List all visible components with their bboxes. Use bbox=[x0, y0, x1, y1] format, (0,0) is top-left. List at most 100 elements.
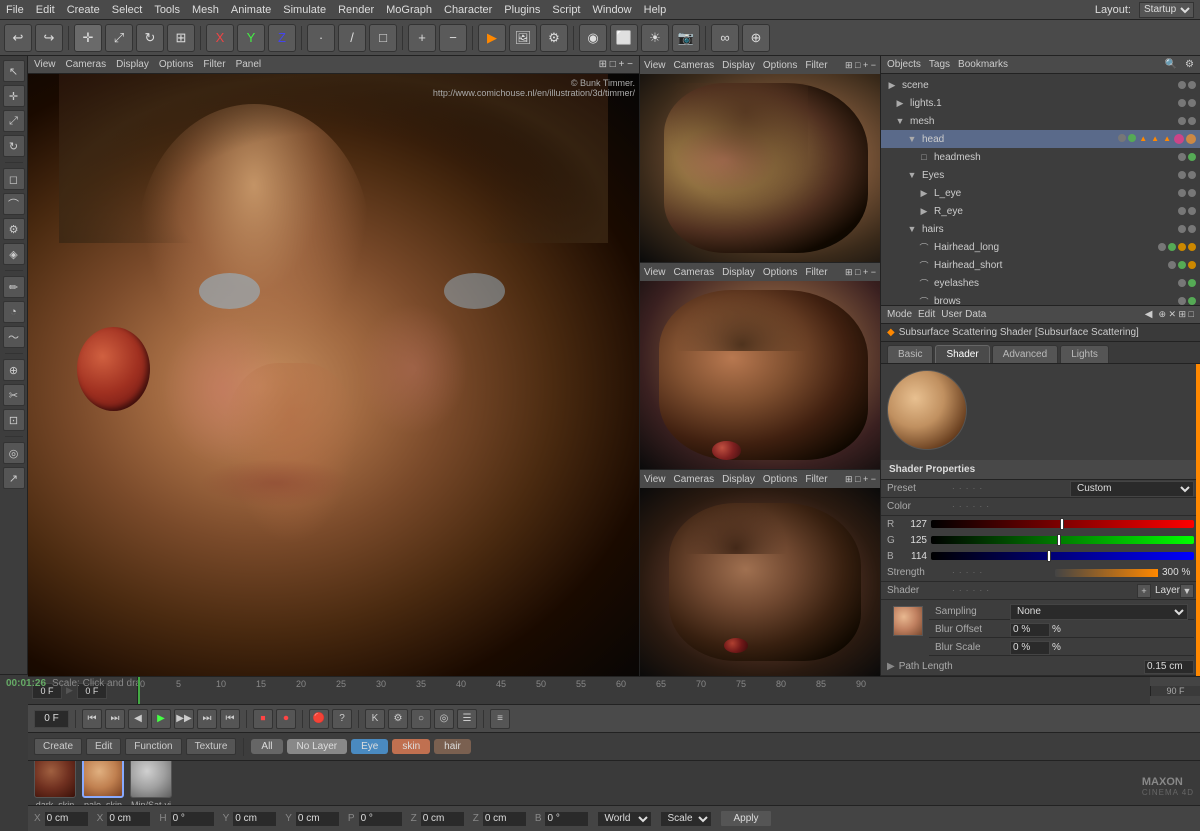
obj-mesh[interactable]: ▼ mesh bbox=[881, 112, 1200, 130]
menu-help[interactable]: Help bbox=[644, 4, 667, 16]
spline-button[interactable]: ⌒ bbox=[3, 193, 25, 215]
mv-filter[interactable]: Filter bbox=[203, 59, 225, 70]
obj-eyes[interactable]: ▼ Eyes bbox=[881, 166, 1200, 184]
point-mode-button[interactable]: · bbox=[307, 24, 335, 52]
z-input[interactable] bbox=[420, 811, 465, 827]
obj-head[interactable]: ▼ head ▲ ▲ ▲ bbox=[881, 130, 1200, 148]
tab-lights[interactable]: Lights bbox=[1060, 345, 1109, 363]
obj-leye[interactable]: ▶ L_eye bbox=[881, 184, 1200, 202]
timeline[interactable]: 0 F ▶ 0 F 0 5 10 15 20 25 30 35 40 45 50 bbox=[28, 677, 1200, 705]
texture-button-lc[interactable]: Texture bbox=[186, 738, 237, 755]
blur-offset-input[interactable] bbox=[1010, 623, 1050, 637]
transform-button[interactable]: ⊞ bbox=[167, 24, 195, 52]
shader-more-btn[interactable]: ▼ bbox=[1180, 584, 1194, 598]
layer-tab-all[interactable]: All bbox=[251, 739, 282, 754]
menu-mesh[interactable]: Mesh bbox=[192, 4, 219, 16]
prop-mode-tab[interactable]: Mode bbox=[887, 309, 912, 320]
pb-next-key-btn[interactable]: ⏭ bbox=[197, 709, 217, 729]
apply-button[interactable]: Apply bbox=[720, 810, 771, 827]
scale-tool-button[interactable]: ⤢ bbox=[3, 110, 25, 132]
sv2-filter[interactable]: Filter bbox=[805, 267, 827, 278]
mv-display[interactable]: Display bbox=[116, 59, 149, 70]
scale-button[interactable]: ⤢ bbox=[105, 24, 133, 52]
obj-tags-tab[interactable]: Tags bbox=[929, 59, 950, 70]
mv-cameras[interactable]: Cameras bbox=[66, 59, 107, 70]
sv2-options[interactable]: Options bbox=[763, 267, 797, 278]
x2-input[interactable] bbox=[106, 811, 151, 827]
pb-record-btn[interactable]: ⏮ bbox=[82, 709, 102, 729]
tab-shader[interactable]: Shader bbox=[935, 345, 989, 363]
blur-scale-input[interactable] bbox=[1010, 641, 1050, 655]
sv1-view[interactable]: View bbox=[644, 60, 666, 71]
menu-plugins[interactable]: Plugins bbox=[504, 4, 540, 16]
world-select[interactable]: World Object bbox=[597, 811, 652, 827]
b-slider[interactable] bbox=[931, 552, 1194, 560]
playback-frame-input[interactable] bbox=[34, 710, 69, 728]
prop-userdata-tab[interactable]: User Data bbox=[941, 309, 986, 320]
tab-advanced[interactable]: Advanced bbox=[992, 345, 1058, 363]
snap-button[interactable]: ⊕ bbox=[742, 24, 770, 52]
hair-button[interactable]: 〜 bbox=[3, 326, 25, 348]
obj-hairshort[interactable]: ⌒ Hairhead_short bbox=[881, 256, 1200, 274]
shader-add-btn[interactable]: + bbox=[1137, 584, 1151, 598]
pb-prev-key-btn[interactable]: ⏭ bbox=[105, 709, 125, 729]
layer-tab-nolayer[interactable]: No Layer bbox=[287, 739, 348, 754]
render-settings-button[interactable]: ⚙ bbox=[540, 24, 568, 52]
sv3-canvas[interactable] bbox=[640, 488, 880, 676]
b-input[interactable] bbox=[544, 811, 589, 827]
texture-button[interactable]: ⬜ bbox=[610, 24, 638, 52]
deformer-button[interactable]: ◈ bbox=[3, 243, 25, 265]
move-tool-button[interactable]: ✛ bbox=[3, 85, 25, 107]
layout-select[interactable]: Startup bbox=[1139, 2, 1194, 18]
g-slider[interactable] bbox=[931, 536, 1194, 544]
x-input[interactable] bbox=[44, 811, 89, 827]
obj-brows[interactable]: ⌒ brows bbox=[881, 292, 1200, 305]
scale-select[interactable]: Scale bbox=[660, 811, 712, 827]
menu-select[interactable]: Select bbox=[112, 4, 143, 16]
layer-tab-eye[interactable]: Eye bbox=[351, 739, 388, 754]
sv1-display[interactable]: Display bbox=[722, 60, 755, 71]
menu-character[interactable]: Character bbox=[444, 4, 492, 16]
pb-key3[interactable]: ○ bbox=[411, 709, 431, 729]
undo-button[interactable]: ↩ bbox=[4, 24, 32, 52]
function-button[interactable]: Function bbox=[125, 738, 181, 755]
mv-options[interactable]: Options bbox=[159, 59, 193, 70]
knife-button[interactable]: ✂ bbox=[3, 384, 25, 406]
sampling-select[interactable]: None bbox=[1010, 604, 1188, 620]
obj-settings-icon[interactable]: ⚙ bbox=[1185, 59, 1194, 70]
move-button[interactable]: ✛ bbox=[74, 24, 102, 52]
path-length-expand[interactable]: ▶ bbox=[887, 661, 895, 672]
strength-slider[interactable] bbox=[1055, 569, 1158, 577]
obj-eyelashes[interactable]: ⌒ eyelashes bbox=[881, 274, 1200, 292]
add-object-button[interactable]: + bbox=[408, 24, 436, 52]
pb-step-fwd-btn[interactable]: ▶▶ bbox=[174, 709, 194, 729]
sv2-canvas[interactable] bbox=[640, 281, 880, 469]
menu-mograph[interactable]: MoGraph bbox=[386, 4, 432, 16]
r-slider[interactable] bbox=[931, 520, 1194, 528]
menu-file[interactable]: File bbox=[6, 4, 24, 16]
path-length-input[interactable] bbox=[1144, 660, 1194, 674]
prop-edit-tab[interactable]: Edit bbox=[918, 309, 935, 320]
prop-back-icon[interactable]: ◀ bbox=[1145, 309, 1153, 320]
menu-tools[interactable]: Tools bbox=[154, 4, 180, 16]
sv2-display[interactable]: Display bbox=[722, 267, 755, 278]
obj-reye[interactable]: ▶ R_eye bbox=[881, 202, 1200, 220]
y-input[interactable] bbox=[232, 811, 277, 827]
tab-basic[interactable]: Basic bbox=[887, 345, 933, 363]
pb-question-btn[interactable]: ? bbox=[332, 709, 352, 729]
sv1-filter[interactable]: Filter bbox=[805, 60, 827, 71]
menu-simulate[interactable]: Simulate bbox=[283, 4, 326, 16]
sv1-cameras[interactable]: Cameras bbox=[674, 60, 715, 71]
mv-view[interactable]: View bbox=[34, 59, 56, 70]
menu-window[interactable]: Window bbox=[593, 4, 632, 16]
h-input[interactable] bbox=[170, 811, 215, 827]
render-button[interactable]: ▶ bbox=[478, 24, 506, 52]
pb-play-btn[interactable]: ▶ bbox=[151, 709, 171, 729]
p-input[interactable] bbox=[358, 811, 403, 827]
delete-button[interactable]: − bbox=[439, 24, 467, 52]
sv3-cameras[interactable]: Cameras bbox=[674, 474, 715, 485]
sv3-filter[interactable]: Filter bbox=[805, 474, 827, 485]
sv2-cameras[interactable]: Cameras bbox=[674, 267, 715, 278]
sv1-canvas[interactable] bbox=[640, 74, 880, 262]
timeline-end-frame[interactable]: 90 F bbox=[1150, 686, 1200, 696]
